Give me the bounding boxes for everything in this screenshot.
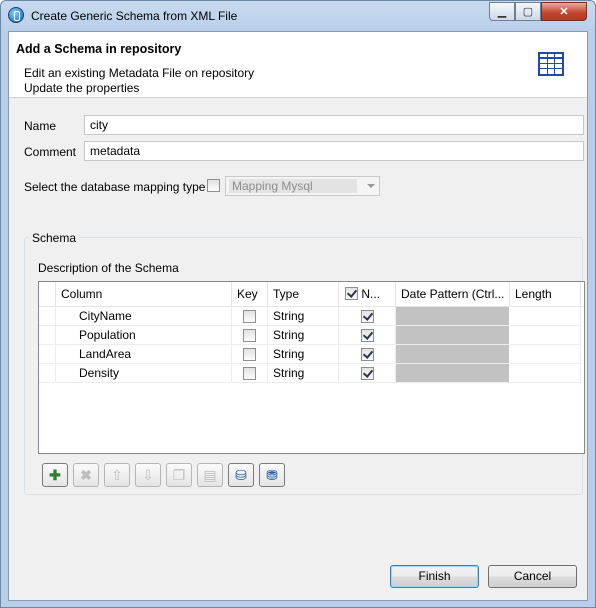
move-down-button[interactable]: ⇩ (135, 463, 161, 487)
export-schema-icon: ⛃ (266, 466, 278, 483)
key-checkbox[interactable] (243, 310, 256, 323)
name-label: Name (24, 119, 57, 133)
move-down-icon: ⇩ (142, 466, 154, 483)
copy-button[interactable]: ❐ (166, 463, 192, 487)
paste-icon: ▤ (203, 466, 217, 483)
cell-length[interactable] (510, 307, 581, 326)
remove-row-button[interactable]: ✖ (73, 463, 99, 487)
mapping-type-value: Mapping Mysql (229, 179, 357, 193)
key-checkbox[interactable] (243, 329, 256, 342)
table-icon (538, 52, 564, 76)
nullable-checkbox[interactable] (361, 310, 374, 323)
cell-key[interactable] (232, 364, 268, 383)
cell-column[interactable]: Density (56, 364, 232, 383)
export-schema-button[interactable]: ⛃ (259, 463, 285, 487)
cell-key[interactable] (232, 345, 268, 364)
cell-date-pattern[interactable] (396, 345, 510, 364)
column-header-date-pattern[interactable]: Date Pattern (Ctrl... (396, 282, 510, 306)
close-button[interactable]: ✕ (541, 2, 587, 21)
paste-button[interactable]: ▤ (197, 463, 223, 487)
cell-column[interactable]: Population (56, 326, 232, 345)
row-header-corner (39, 282, 56, 306)
cell-nullable[interactable] (339, 364, 396, 383)
move-up-button[interactable]: ⇧ (104, 463, 130, 487)
cell-length[interactable] (510, 345, 581, 364)
minimize-icon: ▁ (497, 6, 507, 18)
cell-key[interactable] (232, 307, 268, 326)
table-row[interactable]: LandArea String (39, 345, 584, 364)
cell-nullable[interactable] (339, 307, 396, 326)
cell-type[interactable]: String (268, 364, 339, 383)
maximize-button[interactable]: ▢ (515, 2, 541, 21)
nullable-checkbox[interactable] (361, 329, 374, 342)
schema-table[interactable]: Column Key Type N... Date Pattern (Ctrl.… (38, 281, 585, 454)
nullable-header-label: N... (361, 287, 381, 301)
finish-button[interactable]: Finish (390, 565, 479, 588)
copy-icon: ❐ (172, 466, 186, 483)
cell-type[interactable]: String (268, 326, 339, 345)
table-header: Column Key Type N... Date Pattern (Ctrl.… (39, 282, 584, 307)
row-handle (39, 345, 56, 364)
table-row[interactable]: Density String (39, 364, 584, 383)
cell-length[interactable] (510, 364, 581, 383)
header-description-line2: Update the properties (24, 81, 140, 95)
chevron-down-icon (367, 184, 375, 188)
talend-app-icon (8, 7, 24, 23)
add-row-button[interactable]: ✚ (42, 463, 68, 487)
cell-length[interactable] (510, 326, 581, 345)
wizard-header: Add a Schema in repository Edit an exist… (9, 32, 587, 98)
move-up-icon: ⇧ (111, 466, 123, 483)
mapping-type-select[interactable]: Mapping Mysql (225, 176, 380, 196)
cell-nullable[interactable] (339, 345, 396, 364)
table-row[interactable]: CityName String (39, 307, 584, 326)
add-icon: ✚ (49, 466, 61, 483)
remove-icon: ✖ (80, 466, 92, 483)
dialog-window: Create Generic Schema from XML File ▁ ▢ … (0, 0, 596, 608)
cancel-button[interactable]: Cancel (488, 565, 577, 588)
close-icon: ✕ (559, 6, 569, 18)
window-title: Create Generic Schema from XML File (31, 9, 238, 23)
nullable-checkbox[interactable] (361, 367, 374, 380)
name-field[interactable] (84, 115, 584, 135)
import-schema-button[interactable]: ⛁ (228, 463, 254, 487)
comment-field[interactable] (84, 141, 584, 161)
row-handle (39, 307, 56, 326)
cell-column[interactable]: LandArea (56, 345, 232, 364)
minimize-button[interactable]: ▁ (489, 2, 515, 21)
row-handle (39, 364, 56, 383)
nullable-select-all-checkbox[interactable] (345, 287, 358, 300)
mapping-type-label: Select the database mapping type (24, 180, 206, 194)
comment-label: Comment (24, 145, 77, 159)
schema-description-label: Description of the Schema (38, 261, 179, 275)
column-header-length[interactable]: Length (510, 282, 581, 306)
cell-date-pattern[interactable] (396, 326, 510, 345)
cell-type[interactable]: String (268, 345, 339, 364)
schema-group-title: Schema (29, 231, 80, 245)
title-bar[interactable]: Create Generic Schema from XML File ▁ ▢ … (1, 1, 595, 31)
cell-key[interactable] (232, 326, 268, 345)
table-row[interactable]: Population String (39, 326, 584, 345)
nullable-checkbox[interactable] (361, 348, 374, 361)
key-checkbox[interactable] (243, 367, 256, 380)
cell-type[interactable]: String (268, 307, 339, 326)
cell-date-pattern[interactable] (396, 307, 510, 326)
cell-date-pattern[interactable] (396, 364, 510, 383)
column-header-key[interactable]: Key (232, 282, 268, 306)
maximize-icon: ▢ (522, 6, 534, 18)
import-schema-icon: ⛁ (235, 466, 247, 483)
cell-nullable[interactable] (339, 326, 396, 345)
key-checkbox[interactable] (243, 348, 256, 361)
column-header-column[interactable]: Column (56, 282, 232, 306)
row-handle (39, 326, 56, 345)
dialog-body: Add a Schema in repository Edit an exist… (8, 31, 588, 601)
page-title: Add a Schema in repository (16, 42, 182, 56)
column-header-nullable[interactable]: N... (339, 282, 396, 306)
header-description-line1: Edit an existing Metadata File on reposi… (24, 66, 255, 80)
mapping-type-checkbox[interactable] (207, 179, 220, 192)
column-header-type[interactable]: Type (268, 282, 339, 306)
cell-column[interactable]: CityName (56, 307, 232, 326)
